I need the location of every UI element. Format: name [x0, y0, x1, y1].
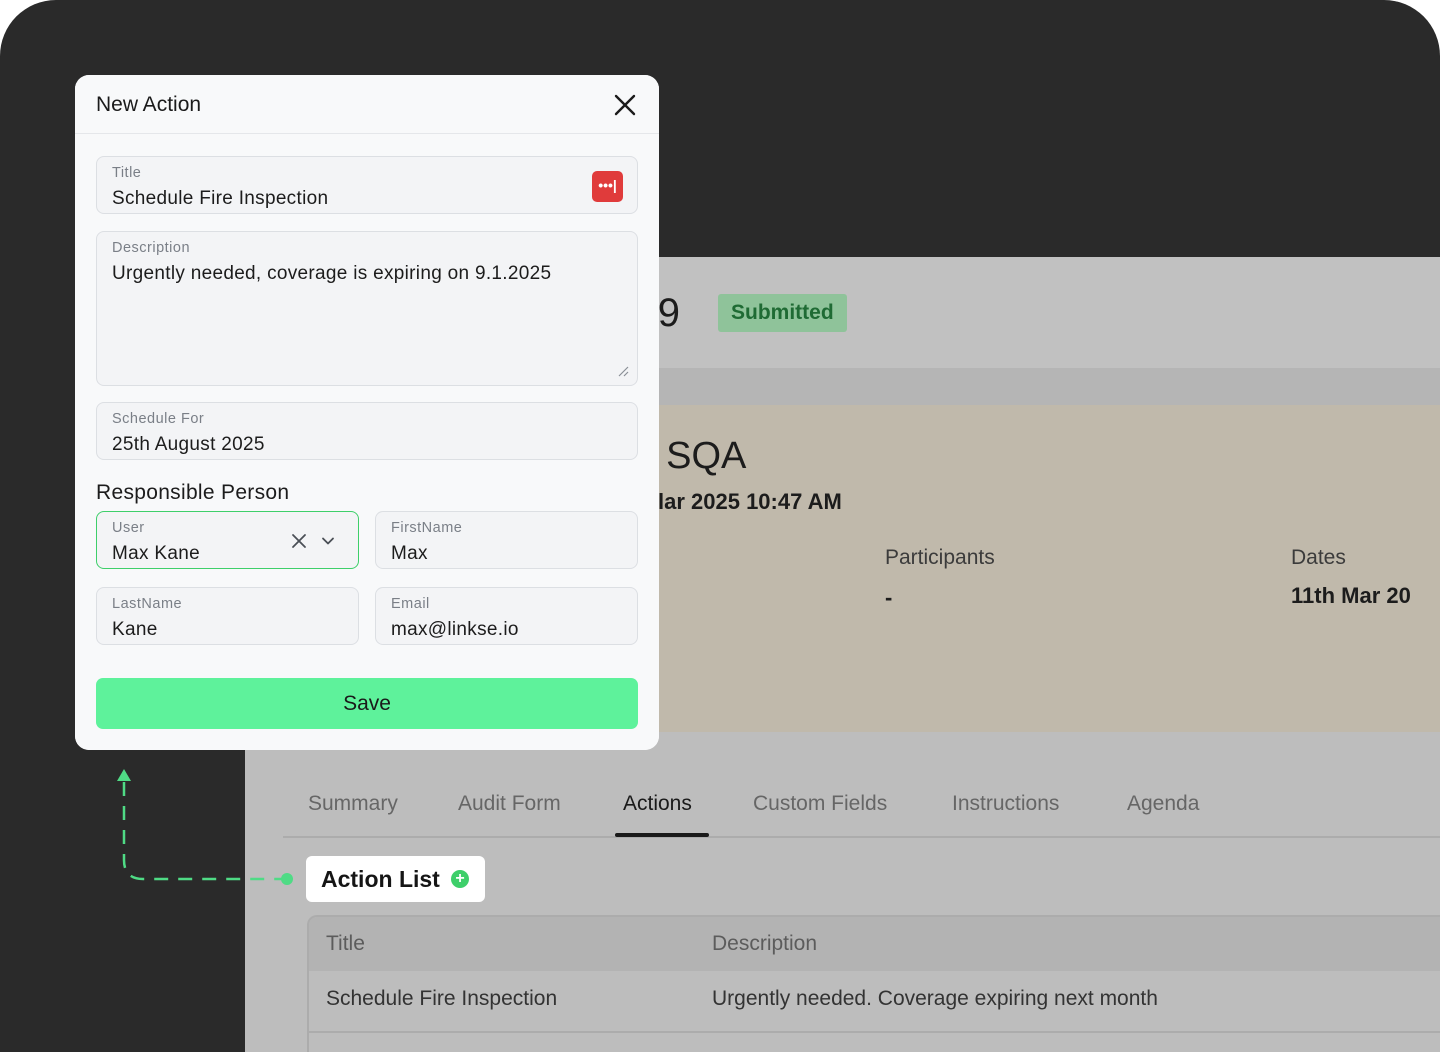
user-select[interactable]: User Max Kane: [96, 511, 359, 569]
email-field[interactable]: Email max@linkse.io: [375, 587, 638, 645]
save-button[interactable]: Save: [96, 678, 638, 729]
title-field-value: Schedule Fire Inspection: [112, 188, 329, 209]
user-select-value: Max Kane: [112, 543, 200, 564]
action-list-button[interactable]: Action List +: [306, 856, 485, 902]
clear-icon[interactable]: [290, 532, 308, 550]
chevron-down-icon[interactable]: [321, 534, 335, 548]
last-name-label: LastName: [112, 596, 183, 612]
schedule-for-label: Schedule For: [112, 411, 205, 427]
screen-frame: 09 Submitted : SQA lar 2025 10:47 AM Par…: [0, 0, 1440, 1052]
modal-header: New Action: [75, 75, 659, 134]
modal-body: Title Schedule Fire Inspection •••| Desc…: [75, 134, 659, 750]
title-field-label: Title: [112, 165, 142, 181]
close-icon[interactable]: [611, 91, 639, 119]
description-field[interactable]: Description Urgently needed, coverage is…: [96, 231, 638, 386]
description-field-value: Urgently needed, coverage is expiring on…: [112, 263, 552, 284]
last-name-value: Kane: [112, 619, 158, 640]
email-label: Email: [391, 596, 430, 612]
first-name-value: Max: [391, 543, 428, 564]
schedule-for-value: 25th August 2025: [112, 434, 265, 455]
resize-handle-icon[interactable]: [617, 365, 629, 377]
modal-title: New Action: [96, 93, 202, 116]
user-select-label: User: [112, 520, 145, 536]
title-field[interactable]: Title Schedule Fire Inspection •••|: [96, 156, 638, 214]
password-manager-icon[interactable]: •••|: [592, 171, 623, 202]
new-action-modal: New Action Title Schedule Fire Inspectio…: [75, 75, 659, 750]
email-value: max@linkse.io: [391, 619, 519, 640]
schedule-for-field[interactable]: Schedule For 25th August 2025: [96, 402, 638, 460]
description-field-label: Description: [112, 240, 191, 256]
action-list-label: Action List: [321, 866, 440, 892]
plus-circle-icon[interactable]: +: [451, 870, 469, 888]
responsible-person-heading: Responsible Person: [96, 481, 290, 504]
first-name-field[interactable]: FirstName Max: [375, 511, 638, 569]
last-name-field[interactable]: LastName Kane: [96, 587, 359, 645]
first-name-label: FirstName: [391, 520, 463, 536]
